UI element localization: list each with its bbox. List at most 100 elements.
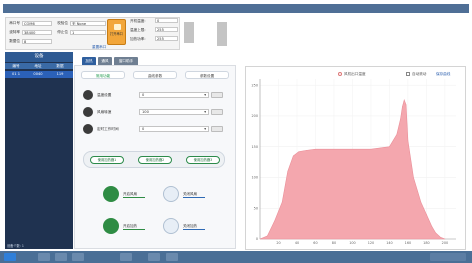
data-point (431, 226, 433, 227)
thermometer-icon (83, 90, 93, 100)
data-point (403, 99, 405, 101)
subtab-common[interactable]: 常用功能 (81, 71, 125, 79)
data-point (405, 104, 407, 106)
send-field-3[interactable]: 255 (155, 36, 178, 41)
data-point (267, 235, 268, 237)
taskbar-app-icon[interactable] (166, 253, 178, 261)
y-tick-label: 250 (252, 83, 258, 87)
heat-on-button[interactable]: 开启加热 (103, 218, 163, 238)
data-point (389, 146, 390, 147)
y-tick-label: 50 (254, 206, 258, 210)
fan-on-icon (103, 186, 119, 202)
reset-port-link[interactable]: 重置串口 (92, 45, 106, 50)
taskbar (0, 251, 472, 263)
check-icon (103, 218, 119, 234)
data-point (439, 236, 441, 238)
parity-label: 校验位 (57, 21, 68, 25)
cell: 0040 (33, 72, 43, 76)
temperature-select[interactable]: 0 ▾ (139, 92, 209, 98)
data-point (333, 148, 335, 150)
data-point (305, 150, 307, 151)
taskbar-app-icon[interactable] (55, 253, 67, 261)
taskbar-app-icon[interactable] (148, 253, 160, 261)
data-point (370, 148, 372, 150)
temperature-set-button[interactable] (211, 92, 223, 98)
databit-select[interactable]: 8 (22, 39, 52, 44)
data-point (426, 214, 427, 215)
timer-control: 定时工作时间 0 ▾ (83, 124, 223, 136)
fan-speed-set-button[interactable] (211, 109, 223, 115)
heater-group: 使用加热器1 使用加热器2 使用加热器3 (83, 151, 225, 168)
send-field-2[interactable]: 255 (155, 27, 178, 32)
baud-label: 波特率 (9, 30, 20, 34)
x-tick-label: 180 (423, 241, 429, 245)
heater-2-button[interactable]: 使用加热器2 (138, 156, 172, 164)
y-tick-label: 150 (252, 145, 258, 149)
stopbit-label: 停止位 (57, 30, 68, 34)
chart-plot-area: 0 50 100 150 200 250 20 40 60 80 100 120 140 160 180 20… (252, 79, 456, 245)
x-tick-label: 80 (332, 241, 336, 245)
temperature-control: 温度设置 0 ▾ (83, 90, 223, 102)
y-tick-label: 100 (252, 176, 258, 180)
data-point (407, 140, 409, 141)
tab-heating[interactable]: 加热 (82, 57, 96, 65)
data-point (298, 151, 300, 152)
control-panel: 常用功能 曲线参数 参数设置 温度设置 0 ▾ 风扇转速 100 ▾ 定时工作时间 … (74, 65, 236, 249)
fan-off-icon (163, 186, 179, 202)
open-port-button[interactable]: 打开串口 (107, 19, 126, 45)
timer-select[interactable]: 0 ▾ (139, 126, 209, 132)
x-tick-label: 60 (313, 241, 317, 245)
data-point (420, 201, 422, 203)
y-tick-label: 200 (252, 114, 258, 118)
timer-set-button[interactable] (211, 126, 223, 132)
stopbit-select[interactable]: 1 (70, 30, 106, 35)
taskbar-app-icon[interactable] (120, 253, 132, 261)
fan-on-button[interactable]: 开启风扇 (103, 186, 163, 206)
taskbar-app-icon[interactable] (38, 253, 50, 261)
tab-window-helper[interactable]: 窗口助手 (114, 57, 138, 65)
underline (123, 197, 145, 199)
clock-icon (83, 124, 93, 134)
underline (183, 229, 205, 231)
device-panel: 设备 编号 地址 数据 01 1 0040 119 设备个数: 1 (5, 52, 73, 249)
plug-icon (114, 24, 121, 30)
heat-off-button[interactable]: 关闭加热 (163, 218, 223, 238)
taskbar-app-icon[interactable] (72, 253, 84, 261)
x-tick-label: 200 (442, 241, 448, 245)
port-label: 串口号 (9, 21, 20, 25)
open-port-label: 打开串口 (110, 32, 123, 36)
control-name: 定时工作时间 (97, 127, 119, 131)
send-field-1[interactable]: 0 (155, 18, 178, 23)
fan-speed-select[interactable]: 100 ▾ (139, 109, 209, 115)
parity-select[interactable]: 无 None (70, 21, 106, 26)
system-tray[interactable] (430, 253, 466, 261)
baud-select[interactable]: 38400 (22, 30, 52, 35)
col-header: 数据 (56, 64, 64, 68)
table-row[interactable]: 01 1 0040 119 (5, 71, 73, 78)
heater-3-button[interactable]: 使用加热器3 (186, 156, 220, 164)
send-label-1: 开机温度: (130, 19, 146, 23)
device-panel-title: 设备 (5, 52, 73, 62)
cell: 119 (56, 72, 64, 76)
port-select[interactable]: COM6 (22, 21, 52, 26)
tab-ventilation[interactable]: 通风 (98, 57, 112, 65)
x-tick-label: 20 (276, 241, 280, 245)
title-bar (3, 4, 469, 13)
underline (183, 197, 205, 199)
start-icon[interactable] (4, 253, 16, 261)
fan-off-button[interactable]: 关闭风扇 (163, 186, 223, 206)
gray-block (184, 22, 194, 43)
data-point (435, 232, 436, 234)
y-tick-label: 0 (256, 237, 258, 241)
heater-1-button[interactable]: 使用加热器1 (90, 156, 124, 164)
cross-icon (163, 218, 179, 234)
data-point (400, 118, 401, 120)
fan-speed-control: 风扇转速 100 ▾ (83, 107, 223, 119)
temperature-chart: 风机出口温度 自动滚动 保存曲线 0 50 100 150 200 250 20 40 60 80… (245, 66, 466, 250)
fan-icon (83, 107, 93, 117)
subtab-params[interactable]: 参数设置 (185, 71, 229, 79)
subtab-curve[interactable]: 曲线参数 (133, 71, 177, 79)
device-count: 设备个数: 1 (7, 244, 24, 248)
data-point (413, 177, 414, 178)
control-name: 风扇转速 (97, 110, 112, 114)
